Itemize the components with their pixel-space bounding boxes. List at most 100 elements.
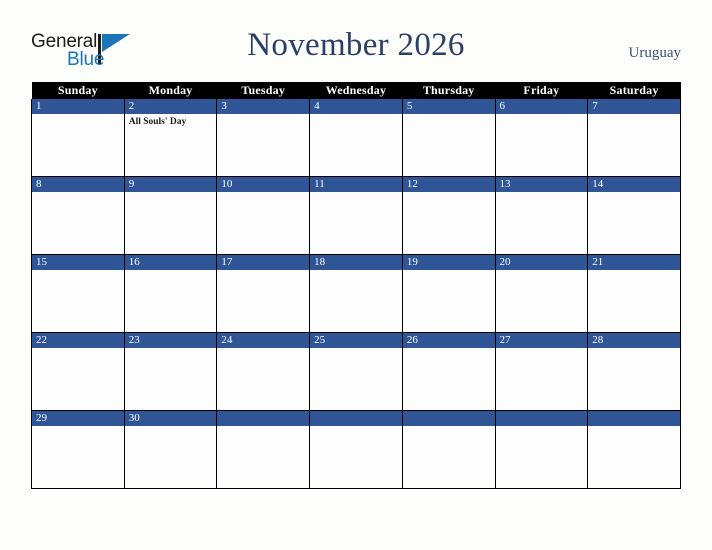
day-events bbox=[310, 114, 402, 117]
day-cell-inner: 9 bbox=[124, 177, 217, 254]
day-number: 24 bbox=[217, 333, 310, 348]
calendar-empty-cell[interactable] bbox=[587, 410, 681, 489]
day-cell-inner: 14 bbox=[588, 177, 680, 254]
day-number bbox=[588, 411, 680, 426]
calendar-day-cell[interactable]: 21 bbox=[587, 254, 681, 333]
calendar-day-cell[interactable]: 6 bbox=[494, 99, 589, 177]
calendar-day-cell[interactable]: 10 bbox=[216, 176, 311, 255]
calendar-empty-cell[interactable] bbox=[401, 410, 496, 489]
day-number: 1 bbox=[32, 99, 124, 114]
day-events bbox=[125, 426, 217, 429]
calendar-day-cell[interactable]: 11 bbox=[309, 176, 403, 255]
weekday-header-thursday: Thursday bbox=[402, 82, 496, 99]
page-header: General Blue November 2026 Uruguay bbox=[0, 0, 712, 80]
calendar-day-cell[interactable]: 2 All Souls' Day bbox=[123, 99, 218, 177]
calendar-day-cell[interactable]: 20 bbox=[494, 254, 589, 333]
day-number: 7 bbox=[588, 99, 680, 114]
day-cell-inner: 24 bbox=[217, 333, 310, 410]
day-cell-inner: 13 bbox=[495, 177, 588, 254]
day-events bbox=[588, 114, 680, 117]
calendar-day-cell[interactable]: 4 bbox=[309, 99, 403, 177]
day-number: 27 bbox=[495, 333, 588, 348]
day-events bbox=[217, 348, 309, 351]
calendar-day-cell[interactable]: 14 bbox=[587, 176, 681, 255]
day-events bbox=[125, 192, 217, 195]
day-cell-inner: 5 bbox=[402, 99, 495, 176]
day-events bbox=[217, 426, 309, 429]
calendar-day-cell[interactable]: 13 bbox=[494, 176, 589, 255]
calendar-day-cell[interactable]: 5 bbox=[401, 99, 496, 177]
calendar-empty-cell[interactable] bbox=[309, 410, 403, 489]
day-cell-inner bbox=[310, 411, 402, 488]
day-cell-inner: 10 bbox=[217, 177, 310, 254]
day-events bbox=[125, 270, 217, 273]
day-cell-inner: 4 bbox=[310, 99, 402, 176]
calendar-day-cell[interactable]: 1 bbox=[31, 99, 125, 177]
calendar-day-cell[interactable]: 17 bbox=[216, 254, 311, 333]
calendar-week-row: 15 16 17 18 19 20 21 bbox=[31, 254, 681, 333]
calendar-day-cell[interactable]: 16 bbox=[123, 254, 218, 333]
day-cell-inner: 22 bbox=[32, 333, 124, 410]
day-number: 19 bbox=[402, 255, 495, 270]
calendar-day-cell[interactable]: 19 bbox=[401, 254, 496, 333]
calendar-day-cell[interactable]: 24 bbox=[216, 332, 311, 411]
calendar-day-cell[interactable]: 26 bbox=[401, 332, 496, 411]
day-number: 20 bbox=[495, 255, 588, 270]
calendar-day-cell[interactable]: 8 bbox=[31, 176, 125, 255]
calendar-week-row: 1 2 All Souls' Day 3 4 5 6 7 bbox=[31, 99, 681, 177]
calendar-day-cell[interactable]: 29 bbox=[31, 410, 125, 489]
day-number: 2 bbox=[124, 99, 217, 114]
calendar-day-cell[interactable]: 27 bbox=[494, 332, 589, 411]
day-events bbox=[310, 270, 402, 273]
calendar-day-cell[interactable]: 30 bbox=[123, 410, 218, 489]
calendar-week-row: 29 30 bbox=[31, 410, 681, 489]
day-cell-inner: 16 bbox=[124, 255, 217, 332]
day-cell-inner: 6 bbox=[495, 99, 588, 176]
country-label: Uruguay bbox=[628, 45, 682, 61]
day-number bbox=[310, 411, 402, 426]
day-events bbox=[310, 192, 402, 195]
day-events bbox=[217, 114, 309, 117]
day-events bbox=[496, 348, 588, 351]
calendar-day-cell[interactable]: 15 bbox=[31, 254, 125, 333]
calendar-header-row-group: Sunday Monday Tuesday Wednesday Thursday Frid… bbox=[31, 82, 681, 99]
calendar-day-cell[interactable]: 25 bbox=[309, 332, 403, 411]
calendar-day-cell[interactable]: 9 bbox=[123, 176, 218, 255]
day-events bbox=[403, 348, 495, 351]
day-events bbox=[588, 270, 680, 273]
day-cell-inner: 29 bbox=[32, 411, 124, 488]
weekday-header-friday: Friday bbox=[495, 82, 588, 99]
weekday-header-row: Sunday Monday Tuesday Wednesday Thursday Frid… bbox=[31, 82, 681, 99]
calendar-day-cell[interactable]: 28 bbox=[587, 332, 681, 411]
day-events bbox=[32, 192, 124, 195]
day-cell-inner: 19 bbox=[402, 255, 495, 332]
day-cell-inner: 18 bbox=[310, 255, 402, 332]
calendar-day-cell[interactable]: 3 bbox=[216, 99, 311, 177]
day-number: 28 bbox=[588, 333, 680, 348]
weekday-header-tuesday: Tuesday bbox=[216, 82, 310, 99]
day-events: All Souls' Day bbox=[125, 114, 217, 128]
day-cell-inner bbox=[402, 411, 495, 488]
calendar-empty-cell[interactable] bbox=[494, 410, 589, 489]
day-number: 12 bbox=[402, 177, 495, 192]
day-events bbox=[496, 270, 588, 273]
day-events bbox=[32, 348, 124, 351]
day-number: 22 bbox=[32, 333, 124, 348]
day-cell-inner: 20 bbox=[495, 255, 588, 332]
day-events bbox=[310, 348, 402, 351]
calendar-empty-cell[interactable] bbox=[216, 410, 311, 489]
calendar-day-cell[interactable]: 22 bbox=[31, 332, 125, 411]
calendar-day-cell[interactable]: 23 bbox=[123, 332, 218, 411]
day-cell-inner: 25 bbox=[310, 333, 402, 410]
day-cell-inner: 17 bbox=[217, 255, 310, 332]
day-events bbox=[496, 192, 588, 195]
day-events bbox=[496, 426, 588, 429]
day-number: 29 bbox=[32, 411, 124, 426]
day-cell-inner: 1 bbox=[32, 99, 124, 176]
day-number: 23 bbox=[124, 333, 217, 348]
weekday-header-sunday: Sunday bbox=[31, 82, 125, 99]
day-events bbox=[403, 114, 495, 117]
calendar-day-cell[interactable]: 18 bbox=[309, 254, 403, 333]
calendar-day-cell[interactable]: 12 bbox=[401, 176, 496, 255]
calendar-day-cell[interactable]: 7 bbox=[587, 99, 681, 177]
